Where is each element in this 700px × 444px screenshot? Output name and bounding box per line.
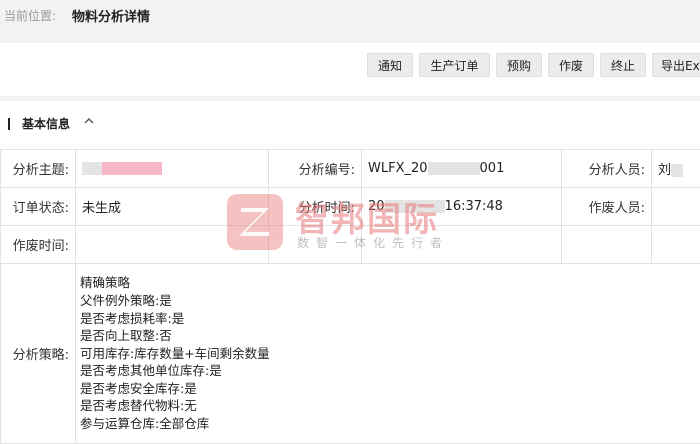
redacted-mask [82, 162, 102, 175]
table-row: 分析策略: 精确策略 父件例外策略:是 是否考虑损耗率:是 是否向上取整:否 可… [0, 263, 700, 444]
terminate-button[interactable]: 终止 [600, 53, 646, 77]
subject-value [75, 149, 269, 188]
number-value: WLFX_20 001 [361, 149, 562, 188]
voider-value [651, 187, 700, 226]
time-prefix: 20 [368, 199, 385, 214]
export-excel-button[interactable]: 导出Ex [652, 53, 700, 77]
page-title: 物料分析详情 [72, 10, 151, 25]
void-time-label: 作废时间: [0, 225, 76, 264]
subject-label: 分析主题: [0, 149, 76, 188]
analysis-time-value: 20 16:37:48 [361, 187, 562, 226]
table-row: 分析主题: 分析编号: WLFX_20 001 分析人员: 刘 [0, 149, 700, 188]
redacted-mask [427, 162, 480, 175]
table-row: 作废时间: [0, 225, 700, 264]
strategy-line: 是否向上取整:否 [80, 328, 172, 344]
strategy-line: 父件例外策略:是 [80, 292, 172, 308]
notify-button[interactable]: 通知 [367, 53, 413, 77]
divider [0, 96, 700, 101]
analyst-name: 刘 [658, 163, 672, 178]
production-order-button[interactable]: 生产订单 [419, 53, 490, 77]
table-row: 订单状态: 未生成 分析时间: 20 16:37:48 作废人员: [0, 187, 700, 226]
chevron-up-icon[interactable] [82, 114, 96, 128]
strategy-line: 是否考虑替代物料:无 [80, 398, 197, 414]
section-title: 基本信息 [22, 117, 71, 131]
strategy-line: 可用库存:库存数量+车间剩余数量 [80, 345, 270, 361]
number-label: 分析编号: [268, 149, 362, 188]
time-suffix: 16:37:48 [444, 199, 503, 214]
breadcrumb-label: 当前位置: [4, 9, 57, 23]
section-marker [8, 118, 10, 130]
void-button[interactable]: 作废 [548, 53, 594, 77]
analyst-value: 刘 [651, 149, 700, 188]
pre-purchase-button[interactable]: 预购 [496, 53, 542, 77]
strategy-value: 精确策略 父件例外策略:是 是否考虑损耗率:是 是否向上取整:否 可用库存:库存… [75, 263, 700, 444]
breadcrumb: 当前位置: 物料分析详情 [0, 0, 700, 43]
basic-info-table: 分析主题: 分析编号: WLFX_20 001 分析人员: 刘 订单状态: 未生成… [0, 149, 700, 444]
strategy-line: 精确策略 [80, 275, 131, 291]
strategy-label: 分析策略: [0, 263, 76, 444]
redacted-mask [384, 200, 445, 213]
strategy-line: 是否考虑其他单位库存:是 [80, 363, 222, 379]
strategy-line: 参与运算仓库:全部仓库 [80, 416, 210, 432]
redacted-mask [102, 162, 162, 175]
voider-label: 作废人员: [561, 187, 652, 226]
strategy-line: 是否考虑安全库存:是 [80, 380, 197, 396]
order-status-label: 订单状态: [0, 187, 76, 226]
section-header: 基本信息 [0, 110, 700, 136]
analysis-time-label: 分析时间: [268, 187, 362, 226]
void-time-value [75, 225, 269, 264]
number-suffix: 001 [479, 161, 505, 176]
number-prefix: WLFX_20 [368, 161, 428, 176]
action-toolbar: 通知 生产订单 预购 作废 终止 导出Ex [0, 43, 700, 96]
order-status-value: 未生成 [75, 187, 269, 226]
strategy-line: 是否考虑损耗率:是 [80, 310, 185, 326]
redacted-mask [671, 164, 684, 177]
analyst-label: 分析人员: [561, 149, 652, 188]
